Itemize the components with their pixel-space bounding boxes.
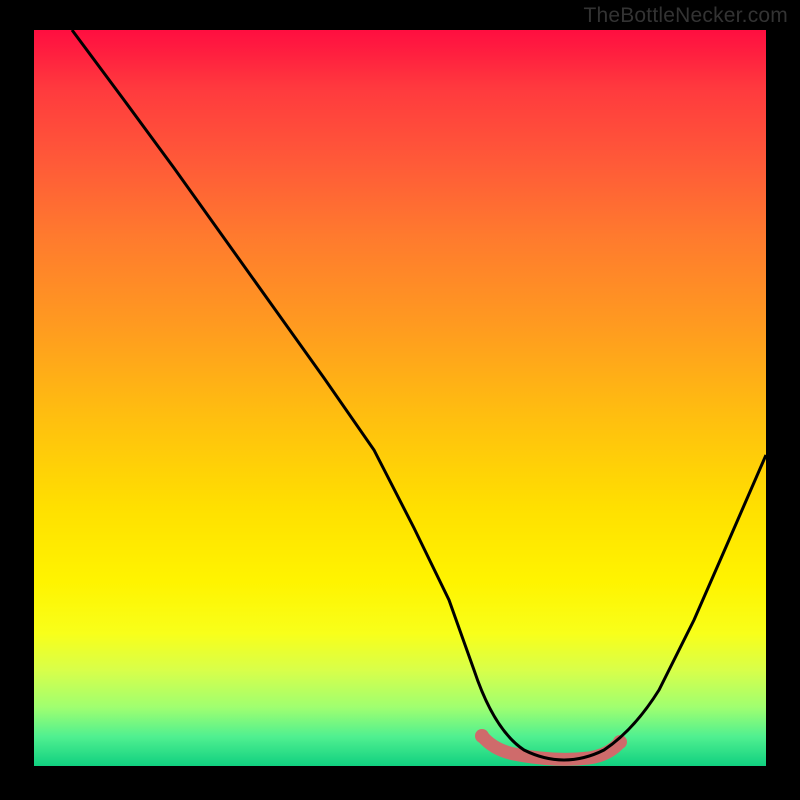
highlight-segment [482,736,620,759]
curve-path [72,30,766,760]
highlight-endpoint-left [475,729,489,743]
bottleneck-curve [34,30,766,766]
chart-container: TheBottleNecker.com [0,0,800,800]
watermark-text: TheBottleNecker.com [583,4,788,28]
plot-area [34,30,766,766]
